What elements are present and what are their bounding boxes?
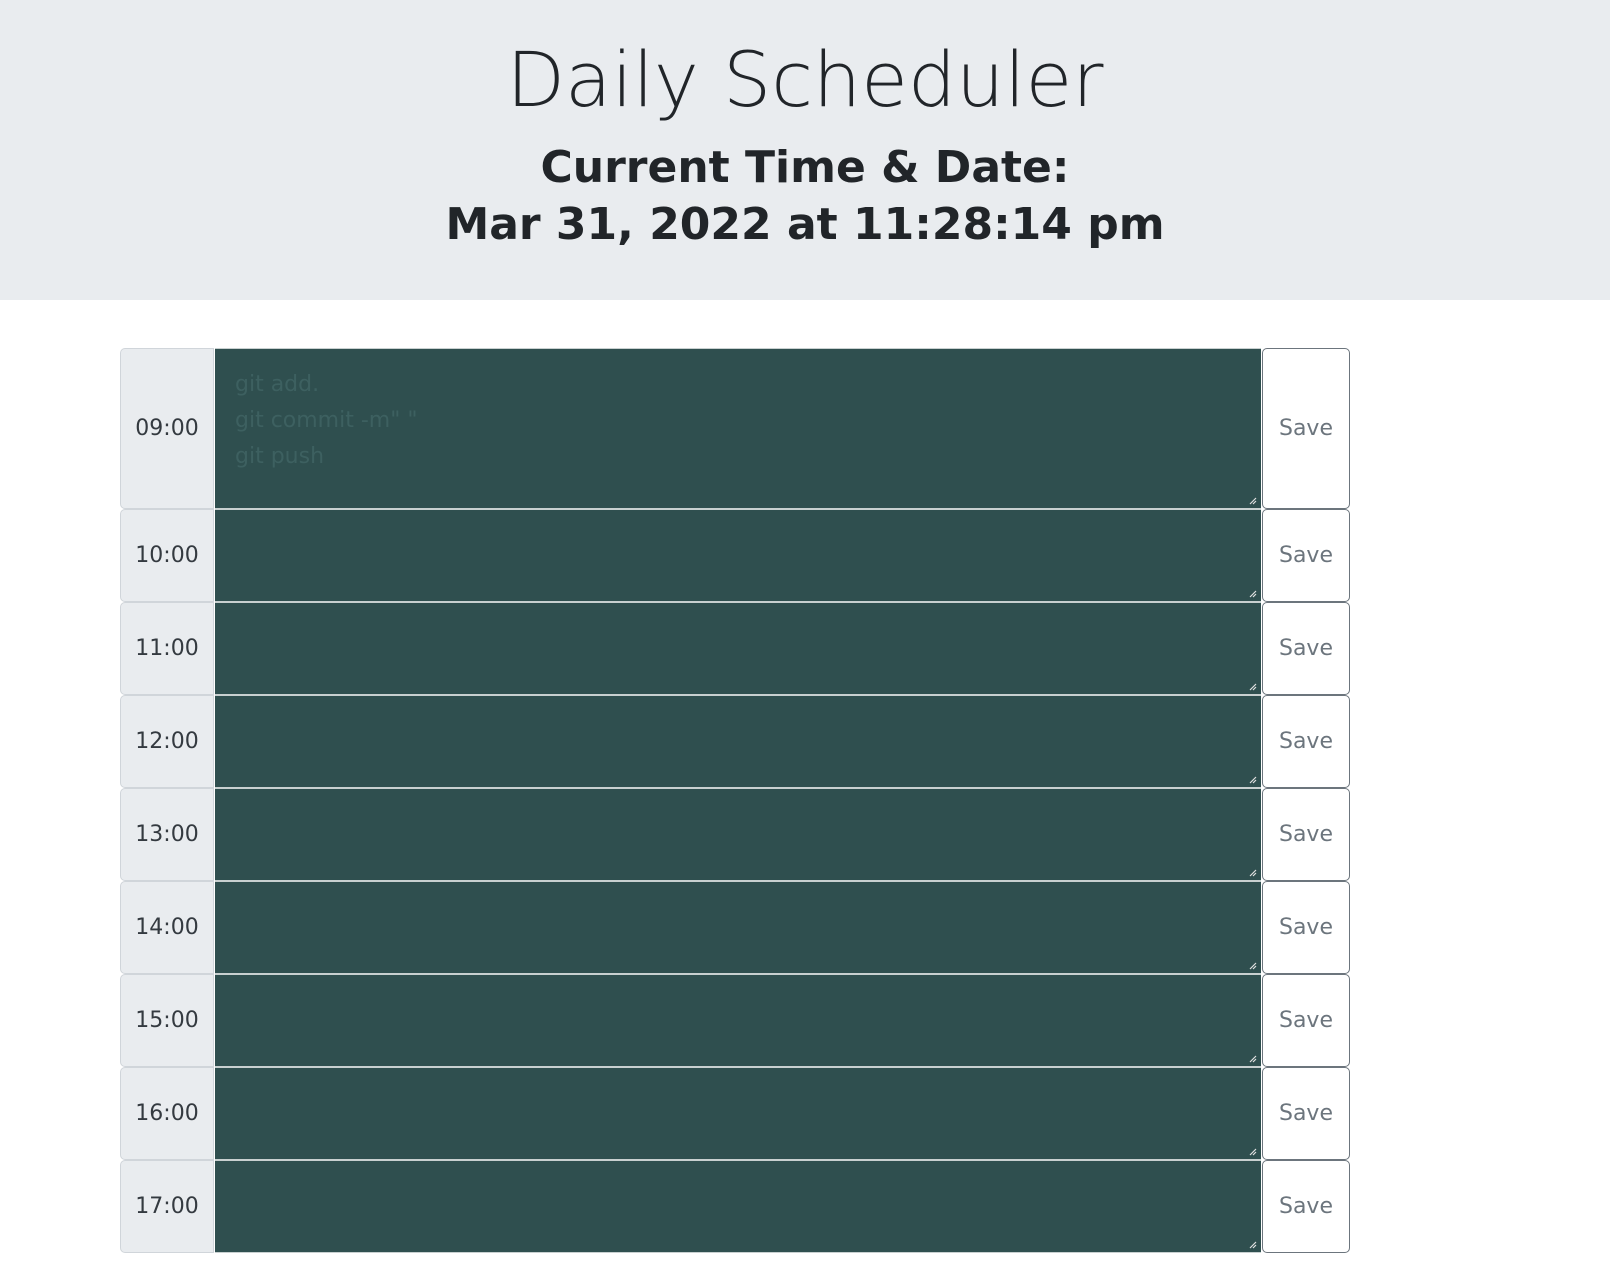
description-textarea[interactable] xyxy=(215,881,1261,974)
hour-label: 14:00 xyxy=(120,881,214,974)
time-block-row: 10:00 Save xyxy=(120,509,1350,602)
save-button[interactable]: Save xyxy=(1262,602,1350,695)
description-line: git add. xyxy=(235,372,320,397)
resize-grip-icon[interactable] xyxy=(1247,1146,1257,1156)
save-button[interactable]: Save xyxy=(1262,695,1350,788)
description-textarea[interactable] xyxy=(215,509,1261,602)
hour-label: 10:00 xyxy=(120,509,214,602)
save-button[interactable]: Save xyxy=(1262,881,1350,974)
current-time-value: Mar 31, 2022 at 11:28:14 pm xyxy=(445,199,1165,250)
description-textarea[interactable] xyxy=(215,788,1261,881)
resize-grip-icon[interactable] xyxy=(1247,867,1257,877)
description-line: git push xyxy=(235,444,325,469)
description-textarea[interactable] xyxy=(215,1067,1261,1160)
resize-grip-icon[interactable] xyxy=(1247,495,1257,505)
time-block-row: 11:00 Save xyxy=(120,602,1350,695)
time-block-row: 13:00 Save xyxy=(120,788,1350,881)
resize-grip-icon[interactable] xyxy=(1247,774,1257,784)
save-button[interactable]: Save xyxy=(1262,788,1350,881)
description-textarea[interactable] xyxy=(215,974,1261,1067)
time-block-row: 09:00 git add. git commit -m" " git push… xyxy=(120,348,1350,509)
hour-label: 09:00 xyxy=(120,348,214,509)
time-block-row: 17:00 Save xyxy=(120,1160,1350,1253)
resize-grip-icon[interactable] xyxy=(1247,681,1257,691)
hour-label: 13:00 xyxy=(120,788,214,881)
description-textarea[interactable] xyxy=(215,602,1261,695)
save-button[interactable]: Save xyxy=(1262,974,1350,1067)
save-button[interactable]: Save xyxy=(1262,348,1350,509)
page-title: Daily Scheduler xyxy=(506,35,1104,124)
hour-label: 16:00 xyxy=(120,1067,214,1160)
time-block-row: 12:00 Save xyxy=(120,695,1350,788)
schedule-container: 09:00 git add. git commit -m" " git push… xyxy=(120,348,1350,1253)
time-block-row: 14:00 Save xyxy=(120,881,1350,974)
hour-label: 17:00 xyxy=(120,1160,214,1253)
resize-grip-icon[interactable] xyxy=(1247,960,1257,970)
save-button[interactable]: Save xyxy=(1262,1160,1350,1253)
hour-label: 11:00 xyxy=(120,602,214,695)
save-button[interactable]: Save xyxy=(1262,1067,1350,1160)
resize-grip-icon[interactable] xyxy=(1247,588,1257,598)
current-time-label: Current Time & Date: xyxy=(540,142,1070,193)
description-textarea[interactable] xyxy=(215,1160,1261,1253)
description-textarea[interactable]: git add. git commit -m" " git push xyxy=(215,348,1261,509)
save-button[interactable]: Save xyxy=(1262,509,1350,602)
resize-grip-icon[interactable] xyxy=(1247,1053,1257,1063)
description-line: git commit -m" " xyxy=(235,408,418,433)
time-block-row: 16:00 Save xyxy=(120,1067,1350,1160)
description-textarea[interactable] xyxy=(215,695,1261,788)
header: Daily Scheduler Current Time & Date: Mar… xyxy=(0,0,1610,300)
resize-grip-icon[interactable] xyxy=(1247,1239,1257,1249)
hour-label: 15:00 xyxy=(120,974,214,1067)
time-block-row: 15:00 Save xyxy=(120,974,1350,1067)
hour-label: 12:00 xyxy=(120,695,214,788)
